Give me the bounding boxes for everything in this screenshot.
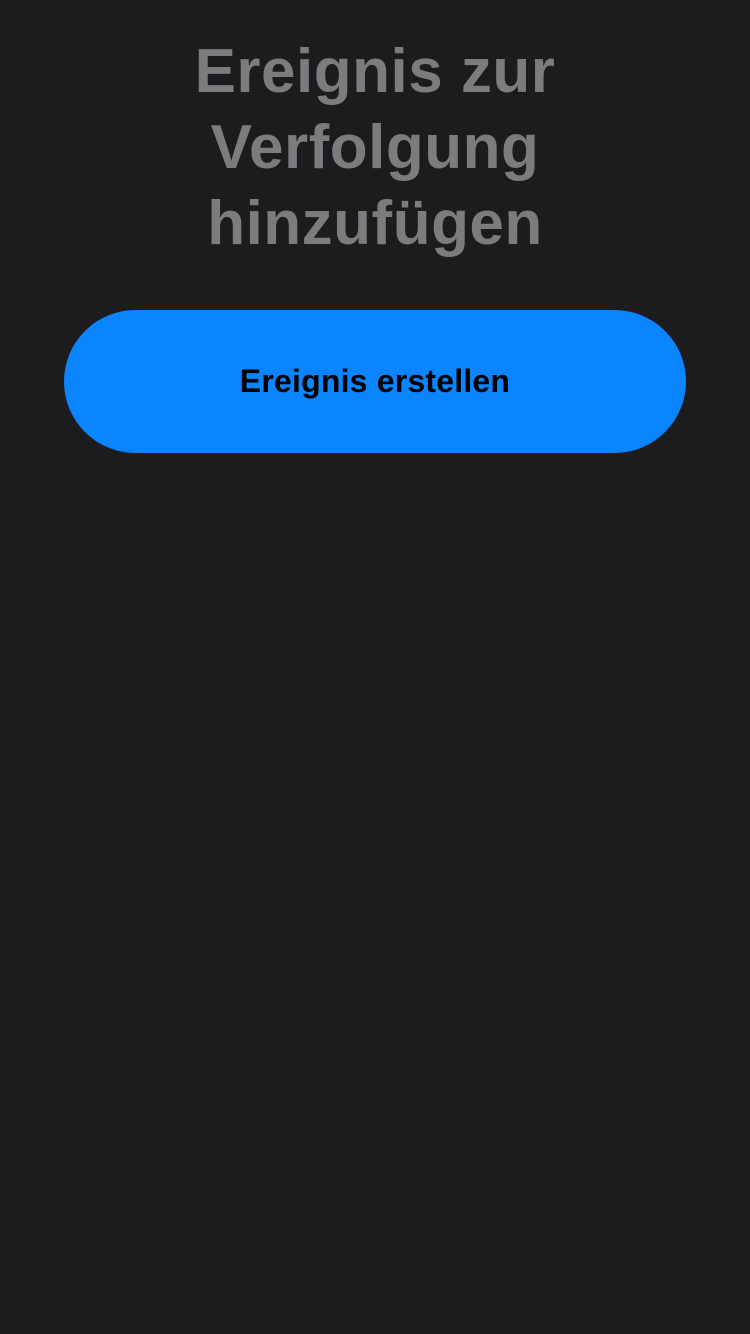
page-title: Ereignis zur Verfolgung hinzufügen — [194, 37, 556, 258]
create-event-button-label: Ereignis erstellen — [239, 363, 511, 399]
empty-state-screen: Ereignis zur Verfolgung hinzufügen Ereig… — [0, 0, 750, 1334]
create-event-button[interactable]: Ereignis erstellen — [64, 310, 686, 453]
